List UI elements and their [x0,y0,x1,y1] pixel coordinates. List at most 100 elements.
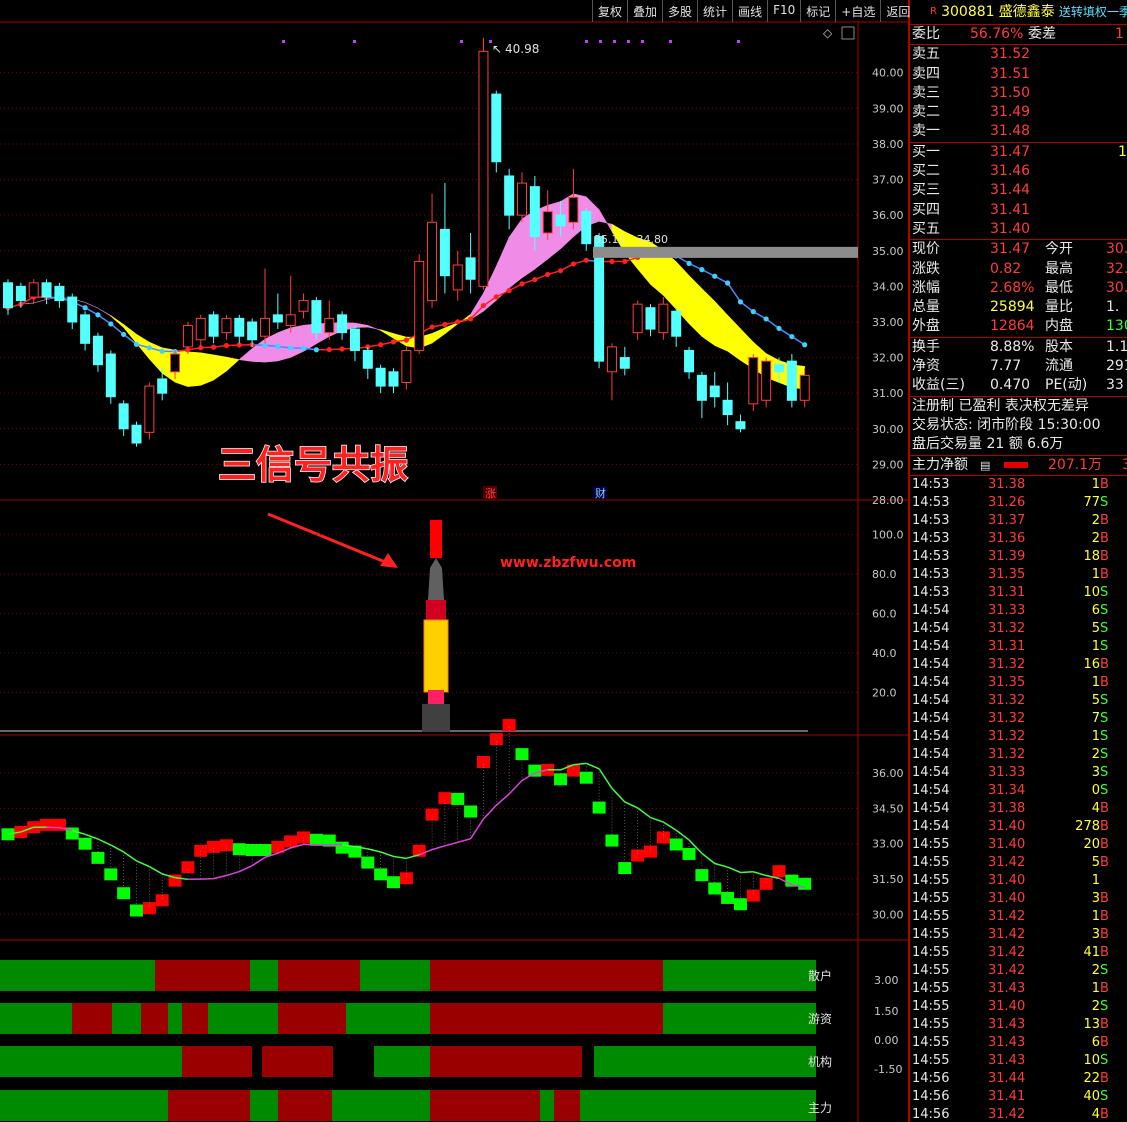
trade-list[interactable]: 14:53 31.38 1 B 14:53 31.26 77 S 14:53 31.37 2 B 14:… [910,474,1127,1122]
weicha-value: 1 [1115,26,1124,42]
trade-time: 14:55 [912,926,950,942]
stat-value: 0.82 [990,260,1022,277]
flow-cell [580,1090,816,1121]
trade-side: B [1100,908,1109,924]
weibi-value: 56.76% [970,26,1024,42]
weicha-label: 委差 [1028,26,1056,42]
kline-chart[interactable]: 28.00 29.00 30.00 31.00 32.00 33.00 34.00 35.00… [0,0,908,1122]
trade-time: 14:53 [912,530,950,546]
trade-side: B [1100,548,1109,564]
trade-side: B [1100,818,1109,834]
toolbar-button-0[interactable]: 复权 [592,0,627,22]
trade-price: 31.33 [988,602,1026,618]
slow-line [393,855,407,860]
trade-volume: 2 [1091,746,1100,762]
trade-volume: 2 [1091,998,1100,1014]
flow-cell [332,1090,430,1121]
trade-price: 31.38 [988,476,1026,492]
toolbar-button-1[interactable]: 叠加 [627,0,662,22]
flow-cell [374,1046,430,1077]
candle-body [774,364,784,373]
trade-row: 14:55 31.43 1 B [910,980,1127,998]
candle-body [761,360,772,401]
trade-side: S [1100,494,1109,510]
weibi-label: 委比 [912,26,940,42]
candle-body [388,371,399,387]
bids-price: 31.40 [990,220,1031,237]
stock-code[interactable]: 300881 [941,4,994,20]
toolbar-button-7[interactable]: +自选 [835,0,880,22]
bids-row: 买二 31.46 [910,162,1127,181]
trade-volume: 2 [1091,512,1100,528]
flow-cell [208,1003,278,1034]
toolbar-button-3[interactable]: 统计 [697,0,732,22]
candle-body [28,282,39,298]
marker-cai: 财 [595,486,606,500]
slow-line [662,821,677,831]
ma-long-point [378,342,384,348]
trade-side: B [1100,890,1109,906]
trade-volume: 13 [1083,1016,1100,1032]
price-tick: 35.00 [872,245,904,258]
signal-dot [613,40,616,43]
ma-long-point [725,280,731,286]
menu-icon[interactable]: ▤ [980,456,990,475]
asks-label: 卖二 [912,104,940,121]
stat-value: 7.77 [990,358,1022,375]
ma-long-point [622,258,628,265]
trade-row: 14:54 31.32 16 B [910,656,1127,674]
indicator2-tick: 31.50 [872,873,904,886]
trade-time: 14:53 [912,566,950,582]
trade-volume: 3 [1091,764,1100,780]
flow-cell [155,960,250,991]
ma-long-point [570,261,577,267]
trade-time: 14:55 [912,944,950,960]
ma-ribbon-segment [200,352,214,386]
range-annotation: 35.11 - 34.80 [594,233,668,246]
flow-cell [360,960,430,991]
toolbar-button-2[interactable]: 多股 [662,0,697,22]
trade-price: 31.39 [988,548,1026,564]
trade-volume: 1 [1091,638,1100,654]
trade-volume: 7 [1091,710,1100,726]
bar-red-mid [426,600,446,620]
trade-row: 14:55 31.42 1 B [910,908,1127,926]
flow-cell [430,1003,663,1034]
candle-body [517,182,527,216]
indicator2-tick: 33.00 [872,838,904,851]
trade-price: 31.33 [988,764,1026,780]
trade-side: S [1100,764,1109,780]
flow-row-label: 散户 [808,968,832,983]
trade-time: 14:53 [912,512,950,528]
toolbar-button-6[interactable]: 标记 [800,0,835,22]
flow-row-label: 主力 [808,1101,832,1115]
toolbar-button-4[interactable]: 画线 [732,0,767,22]
stat-value: 30. [1106,279,1127,296]
asks-row: 卖五 31.52 [910,45,1127,64]
main-net-extra: 3 [1122,456,1127,475]
trade-price: 31.40 [988,872,1026,888]
flow-cell [182,1003,208,1034]
trade-side: S [1100,602,1109,618]
toolbar-button-5[interactable]: F10 [767,0,800,22]
slow-line [110,844,125,853]
trade-price: 31.32 [988,746,1026,762]
price-tick: 33.00 [872,316,904,329]
candle-body [118,403,129,430]
trade-row: 14:53 31.36 2 B [910,530,1127,548]
toolbar-button-8[interactable]: 返回 [880,0,915,22]
trade-volume: 10 [1083,1052,1100,1068]
stat-row: 外盘 12864 内盘 130 [910,317,1127,336]
flow-cell [0,1090,168,1121]
price-tick: 39.00 [872,102,904,115]
stat-value: 30. [1106,241,1127,258]
candle-body [157,378,168,394]
bar-pink [428,690,444,704]
candle-body [478,50,489,287]
trade-volume: 1 [1091,476,1100,492]
slow-line [431,845,446,851]
slow-line [380,851,394,858]
stock-name[interactable]: 盛德鑫泰 [999,4,1055,20]
trade-row: 14:55 31.42 41 B [910,944,1127,962]
ma-ribbon-segment [727,314,741,361]
